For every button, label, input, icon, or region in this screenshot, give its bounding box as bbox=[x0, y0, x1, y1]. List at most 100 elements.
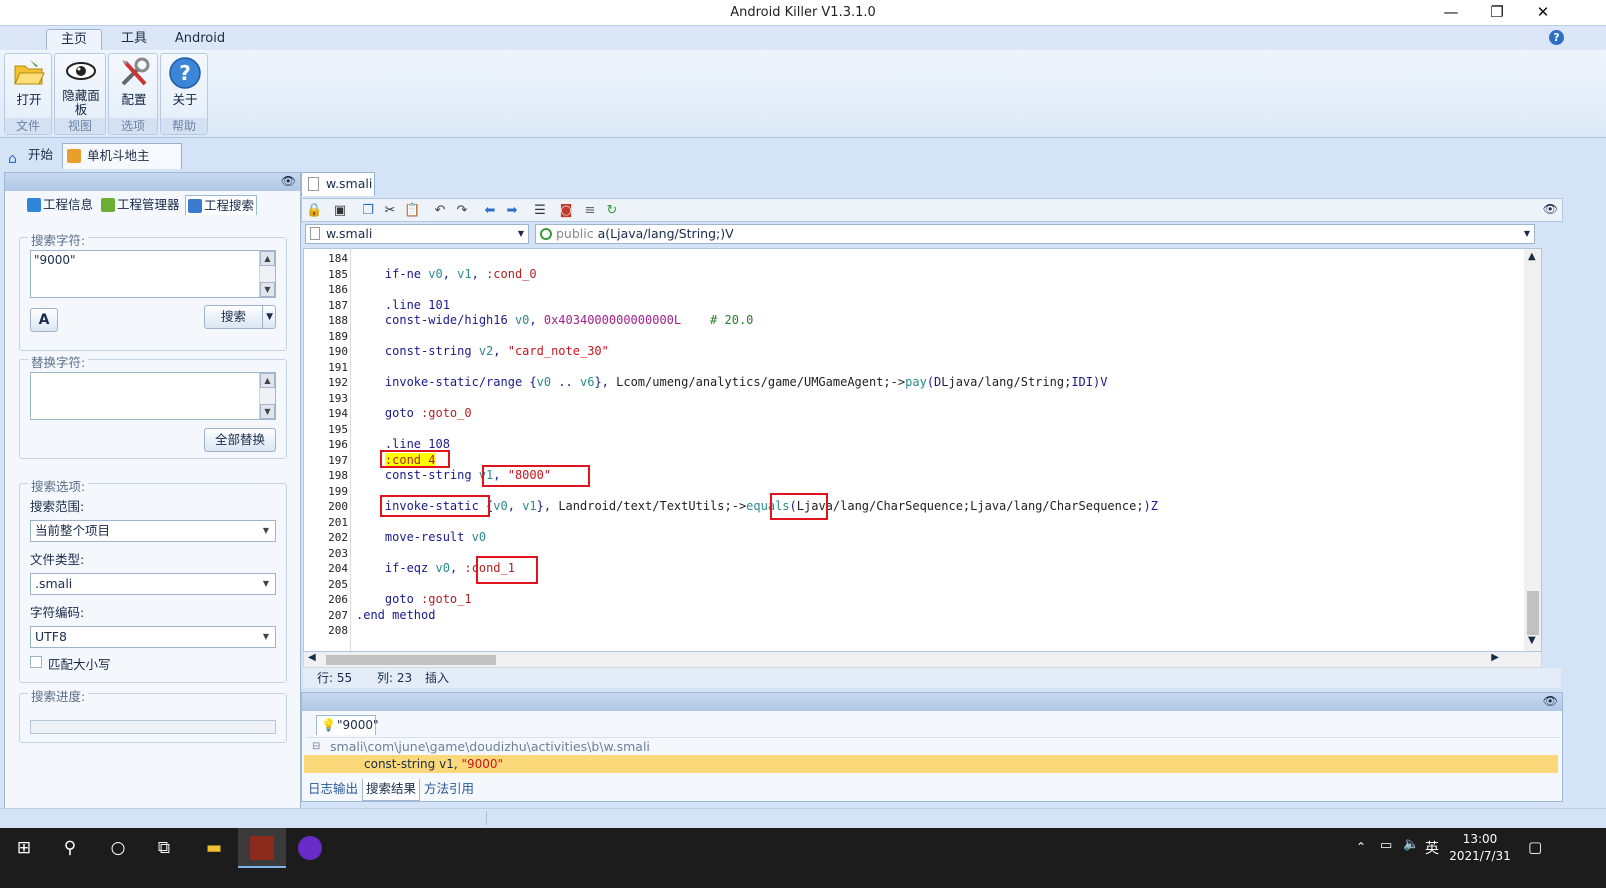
scroll-up-icon[interactable]: ▲ bbox=[1528, 251, 1536, 262]
scroll-up-icon[interactable]: ▲ bbox=[260, 373, 275, 388]
close-button[interactable]: ✕ bbox=[1520, 0, 1566, 26]
tab-w-smali[interactable]: w.smali bbox=[301, 172, 375, 196]
search-input-scrollbar[interactable]: ▲ ▼ bbox=[259, 251, 275, 297]
match-case-checkbox[interactable] bbox=[30, 656, 42, 668]
scroll-down-icon[interactable]: ▼ bbox=[260, 282, 275, 297]
result-file-path[interactable]: ⊟ smali\com\june\game\doudizhu\activitie… bbox=[306, 737, 1560, 755]
refresh-icon[interactable]: ↻ bbox=[604, 203, 620, 219]
collapse-icon[interactable]: ⊟ bbox=[312, 738, 320, 756]
eye-toggle-icon[interactable]: 👁 bbox=[1543, 694, 1558, 708]
encoding-select[interactable]: UTF8 ▼ bbox=[30, 626, 276, 648]
file-explorer-icon[interactable]: ▬ bbox=[190, 828, 238, 868]
scope-select[interactable]: 当前整个项目 ▼ bbox=[30, 520, 276, 542]
tab-home[interactable]: 主页 bbox=[46, 29, 102, 50]
method-select[interactable]: public a(Ljava/lang/String;)V ▼ bbox=[535, 224, 1535, 244]
search-input[interactable]: "9000" ▲ ▼ bbox=[30, 250, 276, 298]
code-line[interactable]: goto :goto_0 bbox=[356, 406, 472, 422]
line-number: 192 bbox=[328, 376, 348, 389]
windows-start-icon[interactable]: ⊞ bbox=[0, 828, 48, 868]
tab-android[interactable]: Android bbox=[168, 29, 232, 50]
search-icon[interactable]: ⚲ bbox=[46, 828, 94, 868]
result-match-value: "9000" bbox=[461, 757, 504, 771]
about-button[interactable]: ? 关于 bbox=[163, 56, 207, 107]
code-view[interactable]: 184 185 186 187 188 189 190 191 192 193 194 195 196 1… bbox=[303, 248, 1542, 652]
format-icon[interactable]: ☰ bbox=[532, 203, 548, 219]
replace-input[interactable]: ▲ ▼ bbox=[30, 372, 276, 420]
cut-icon[interactable]: ✂ bbox=[382, 203, 398, 219]
tab-project[interactable]: 单机斗地主2.3.6 bbox=[62, 143, 182, 187]
search-button[interactable]: 搜索 ▼ bbox=[204, 305, 276, 329]
annotation-box-cond1 bbox=[476, 556, 538, 584]
code-line[interactable]: move-result v0 bbox=[356, 530, 486, 546]
tab-search-results[interactable]: 搜索结果 bbox=[362, 779, 420, 801]
code-vertical-scrollbar[interactable]: ▲ ▼ bbox=[1524, 249, 1541, 651]
result-match-line[interactable]: const-string v1, "9000" bbox=[304, 755, 1558, 773]
network-icon[interactable]: ▭ bbox=[1380, 838, 1392, 853]
copy-icon[interactable]: ❐ bbox=[360, 203, 376, 219]
eye-toggle-icon[interactable]: 👁 bbox=[281, 174, 296, 188]
tab-log-output[interactable]: 日志输出 bbox=[306, 779, 360, 801]
tab-start[interactable]: ⌂ 开始 bbox=[6, 143, 60, 169]
task-view-icon[interactable]: ⧉ bbox=[140, 828, 188, 868]
help-icon[interactable]: ? bbox=[1549, 30, 1564, 45]
ime-indicator[interactable]: 英 bbox=[1425, 838, 1439, 858]
scroll-right-icon[interactable]: ▶ bbox=[1491, 652, 1499, 663]
scroll-thumb[interactable] bbox=[326, 655, 496, 665]
code-horizontal-scrollbar[interactable]: ◀ ▶ bbox=[303, 652, 1542, 668]
dropdown-arrow-icon[interactable]: ▼ bbox=[262, 306, 273, 328]
scroll-down-icon[interactable]: ▼ bbox=[260, 404, 275, 419]
minimize-button[interactable]: — bbox=[1428, 0, 1474, 26]
font-case-button[interactable]: A bbox=[30, 308, 58, 332]
tab-project-info[interactable]: 工程信息 bbox=[25, 195, 97, 215]
clock[interactable]: 13:00 2021/7/31 bbox=[1448, 831, 1512, 865]
progress-label: 搜索进度: bbox=[28, 686, 89, 705]
code-line[interactable]: const-wide/high16 v0, 0x4034000000000000… bbox=[356, 313, 754, 329]
java-icon[interactable]: ◙ bbox=[558, 203, 574, 219]
home-icon: ⌂ bbox=[8, 151, 17, 167]
maximize-button[interactable]: ❐ bbox=[1474, 0, 1520, 26]
tray-expand-icon[interactable]: ⌃ bbox=[1356, 840, 1366, 854]
android-killer-taskbar-icon[interactable] bbox=[238, 828, 286, 868]
file-select[interactable]: w.smali ▼ bbox=[305, 224, 529, 244]
eye-toggle-icon[interactable]: 👁 bbox=[1543, 202, 1558, 216]
scroll-left-icon[interactable]: ◀ bbox=[308, 652, 316, 663]
tab-project-search-label: 工程搜索 bbox=[204, 198, 255, 213]
config-button[interactable]: 配置 bbox=[111, 56, 157, 107]
filetype-select[interactable]: .smali ▼ bbox=[30, 573, 276, 595]
scroll-thumb[interactable] bbox=[1527, 591, 1539, 635]
lock-icon[interactable]: 🔒 bbox=[306, 203, 322, 219]
hide-panel-button[interactable]: 隐藏面板 bbox=[57, 56, 105, 117]
redo-icon[interactable]: ↷ bbox=[454, 203, 470, 219]
back-icon[interactable]: ⬅ bbox=[482, 203, 498, 219]
search-result-tab[interactable]: 💡 "9000" bbox=[316, 715, 379, 735]
code-line[interactable]: .line 101 bbox=[356, 298, 450, 314]
tab-tools[interactable]: 工具 bbox=[110, 29, 158, 50]
ribbon-tab-bar: 主页 工具 Android ? bbox=[0, 26, 1606, 50]
volume-icon[interactable]: 🔈 bbox=[1403, 837, 1419, 852]
forward-icon[interactable]: ➡ bbox=[504, 203, 520, 219]
tab-method-references[interactable]: 方法引用 bbox=[424, 779, 482, 801]
undo-icon[interactable]: ↶ bbox=[432, 203, 448, 219]
options-group: 搜索选项: 搜索范围: 当前整个项目 ▼ 文件类型: .smali ▼ 字符编码… bbox=[19, 476, 287, 683]
tab-project-search[interactable]: 工程搜索 bbox=[185, 195, 257, 215]
encoding-label: 字符编码: bbox=[30, 605, 85, 620]
code-line[interactable]: invoke-static/range {v0 .. v6}, Lcom/ume… bbox=[356, 375, 1108, 391]
browser-taskbar-icon[interactable] bbox=[286, 828, 334, 868]
code-line[interactable]: .end method bbox=[356, 608, 435, 624]
scroll-down-icon[interactable]: ▼ bbox=[1528, 635, 1536, 646]
save-icon[interactable]: ▣ bbox=[332, 203, 348, 219]
notification-icon[interactable]: ▢ bbox=[1528, 838, 1542, 856]
cortana-icon[interactable]: ○ bbox=[94, 828, 142, 868]
code-line[interactable]: const-string v2, "card_note_30" bbox=[356, 344, 609, 360]
open-button[interactable]: 打开 bbox=[7, 56, 51, 107]
replace-input-scrollbar[interactable]: ▲ ▼ bbox=[259, 373, 275, 419]
code-line[interactable]: goto :goto_1 bbox=[356, 592, 472, 608]
code-line[interactable]: if-ne v0, v1, :cond_0 bbox=[356, 267, 537, 283]
tab-project-manager[interactable]: 工程管理器 bbox=[99, 195, 183, 215]
file-icon bbox=[308, 177, 319, 191]
scroll-up-icon[interactable]: ▲ bbox=[260, 251, 275, 266]
replace-all-button[interactable]: 全部替换 bbox=[204, 428, 276, 452]
list-icon[interactable]: ≡ bbox=[582, 203, 598, 219]
line-number-gutter: 184 185 186 187 188 189 190 191 192 193 194 195 196 1… bbox=[304, 249, 351, 651]
paste-icon[interactable]: 📋 bbox=[404, 203, 420, 219]
